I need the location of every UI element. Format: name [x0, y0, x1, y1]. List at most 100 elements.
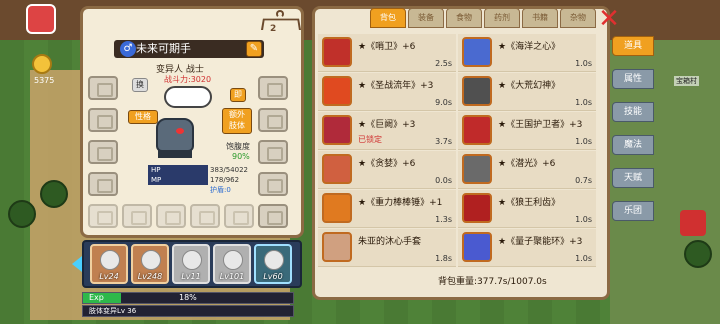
inventory-item[interactable]: ★《哨卫》+6 2.5s [318, 34, 456, 72]
item-icon [322, 232, 352, 262]
item-icon [462, 76, 492, 106]
pet-slot[interactable]: Lv248 [131, 244, 169, 284]
inventory-item[interactable]: ★《贪婪》+6 0.0s [318, 151, 456, 189]
category-tab[interactable]: 乐团 [612, 201, 654, 221]
gold-count: 5375 [34, 76, 55, 85]
inventory-item[interactable]: ★《大荒幻神》 1.0s [458, 73, 596, 111]
item-weight: 1.0s [575, 254, 592, 263]
category-tab[interactable]: 技能 [612, 102, 654, 122]
character-name-bar: 未来可期手 [114, 40, 264, 58]
inventory-tab[interactable]: 食物 [446, 8, 482, 28]
item-weight: 0.7s [575, 176, 592, 185]
inventory-item[interactable]: ★《潜光》+6 0.7s [458, 151, 596, 189]
category-tab[interactable]: 道具 [612, 36, 654, 56]
pet-level: Lv60 [263, 272, 283, 281]
pet-slot[interactable]: Lv60 [254, 244, 292, 284]
item-name: ★《潜光》+6 [498, 159, 556, 169]
equip-slot-empty[interactable] [122, 204, 152, 228]
exp-bar: Exp 18% [82, 292, 294, 304]
pet-level: Lv101 [219, 272, 245, 281]
inventory-item[interactable]: ★《量子聚能环》+3 1.0s [458, 229, 596, 267]
character-name: 未来可期手 [136, 42, 191, 55]
male-gender-icon: ♂ [120, 41, 136, 57]
item-weight: 9.0s [435, 98, 452, 107]
inventory-tab[interactable]: 杂物 [560, 8, 596, 28]
close-icon[interactable]: ✕ [596, 6, 622, 32]
extra-limb-button[interactable]: 额外 肢体 [222, 108, 252, 134]
item-weight: 2.5s [435, 59, 452, 68]
equip-slot[interactable] [88, 108, 118, 132]
category-tab[interactable]: 属性 [612, 69, 654, 89]
item-name: ★《巨阙》+3 [358, 120, 416, 130]
body-transform-level: 肢体变异Lv 36 [82, 305, 294, 317]
item-name: ★《大荒幻神》 [498, 81, 561, 91]
set-button[interactable]: 即 [230, 88, 246, 102]
equip-slot-empty[interactable] [190, 204, 220, 228]
equip-slot[interactable] [88, 172, 118, 196]
equip-slot[interactable] [258, 76, 288, 100]
inventory-item[interactable]: ★《圣战流年》+3 9.0s [318, 73, 456, 111]
equip-slot-empty[interactable] [156, 204, 186, 228]
pet-level: Lv11 [181, 272, 201, 281]
inventory-item[interactable]: 朱亚的沐心手套 1.8s [318, 229, 456, 267]
equip-slot[interactable] [88, 140, 118, 164]
item-icon [322, 76, 352, 106]
equip-slot[interactable] [258, 204, 288, 228]
equip-slot[interactable] [258, 140, 288, 164]
pet-slot[interactable]: Lv101 [213, 244, 251, 284]
tree-sprite [684, 240, 712, 268]
pet-level: Lv248 [137, 272, 163, 281]
item-name: ★《海洋之心》 [498, 42, 561, 52]
pet-slot[interactable]: Lv24 [90, 244, 128, 284]
tree-sprite [40, 180, 68, 208]
bag-weight: 背包重量:377.7s/1007.0s [438, 277, 547, 287]
side-shield-icon[interactable] [680, 210, 706, 236]
pet-level: Lv24 [99, 272, 119, 281]
item-name: ★《狼王利齿》 [498, 198, 561, 208]
inventory-tab[interactable]: 书籍 [522, 8, 558, 28]
category-tab[interactable]: 天赋 [612, 168, 654, 188]
tree-sprite [8, 200, 36, 228]
equip-slot-empty[interactable] [224, 204, 254, 228]
item-icon [462, 154, 492, 184]
item-name: ★《圣战流年》+3 [358, 81, 434, 91]
category-tab[interactable]: 魔法 [612, 135, 654, 155]
inventory-item[interactable]: ★《重力棒棒锤》+1 1.3s [318, 190, 456, 228]
equip-slot-empty[interactable] [88, 204, 118, 228]
satiety-label: 饱腹度 [226, 142, 250, 151]
inventory-tab[interactable]: 药剂 [484, 8, 520, 28]
item-name: ★《哨卫》+6 [358, 42, 416, 52]
inventory-item[interactable]: ★《巨阙》+3 3.7s 已锁定 [318, 112, 456, 150]
inventory-tab[interactable]: 背包 [370, 8, 406, 28]
player-avatar[interactable] [26, 4, 56, 34]
item-locked-label: 已锁定 [358, 135, 382, 144]
equip-slot[interactable] [258, 172, 288, 196]
item-icon [462, 232, 492, 262]
inventory-item[interactable]: ★《王国护卫者》+3 1.0s [458, 112, 596, 150]
inventory-tab[interactable]: 装备 [408, 8, 444, 28]
hanger-icon[interactable] [260, 10, 302, 32]
item-icon [462, 37, 492, 67]
equip-slot[interactable] [88, 76, 118, 100]
inventory-item[interactable]: ★《狼王利齿》 1.0s [458, 190, 596, 228]
inventory-item[interactable]: ★《海洋之心》 1.0s [458, 34, 596, 72]
satiety-value: 90% [232, 152, 250, 161]
map-label: 宝箱村 [674, 76, 699, 86]
swap-button[interactable]: 换 [132, 78, 148, 92]
item-weight: 1.3s [435, 215, 452, 224]
item-icon [322, 37, 352, 67]
pet-scroll-left-arrow[interactable] [72, 256, 82, 272]
item-icon [462, 115, 492, 145]
edit-name-icon[interactable]: ✎ [246, 41, 262, 57]
equip-slot[interactable] [258, 108, 288, 132]
item-name: ★《重力棒棒锤》+1 [358, 198, 443, 208]
item-weight: 1.0s [575, 137, 592, 146]
coin-icon [32, 54, 52, 74]
stat-box: HP 383/54022 MP 178/962 护盾:0 [148, 165, 254, 195]
hp-value: 383/54022 [210, 166, 248, 174]
mp-value: 178/962 [210, 176, 240, 184]
item-name: 朱亚的沐心手套 [358, 237, 422, 247]
pet-slot[interactable]: Lv11 [172, 244, 210, 284]
pet-portrait [223, 250, 243, 270]
pet-portrait [100, 250, 120, 270]
